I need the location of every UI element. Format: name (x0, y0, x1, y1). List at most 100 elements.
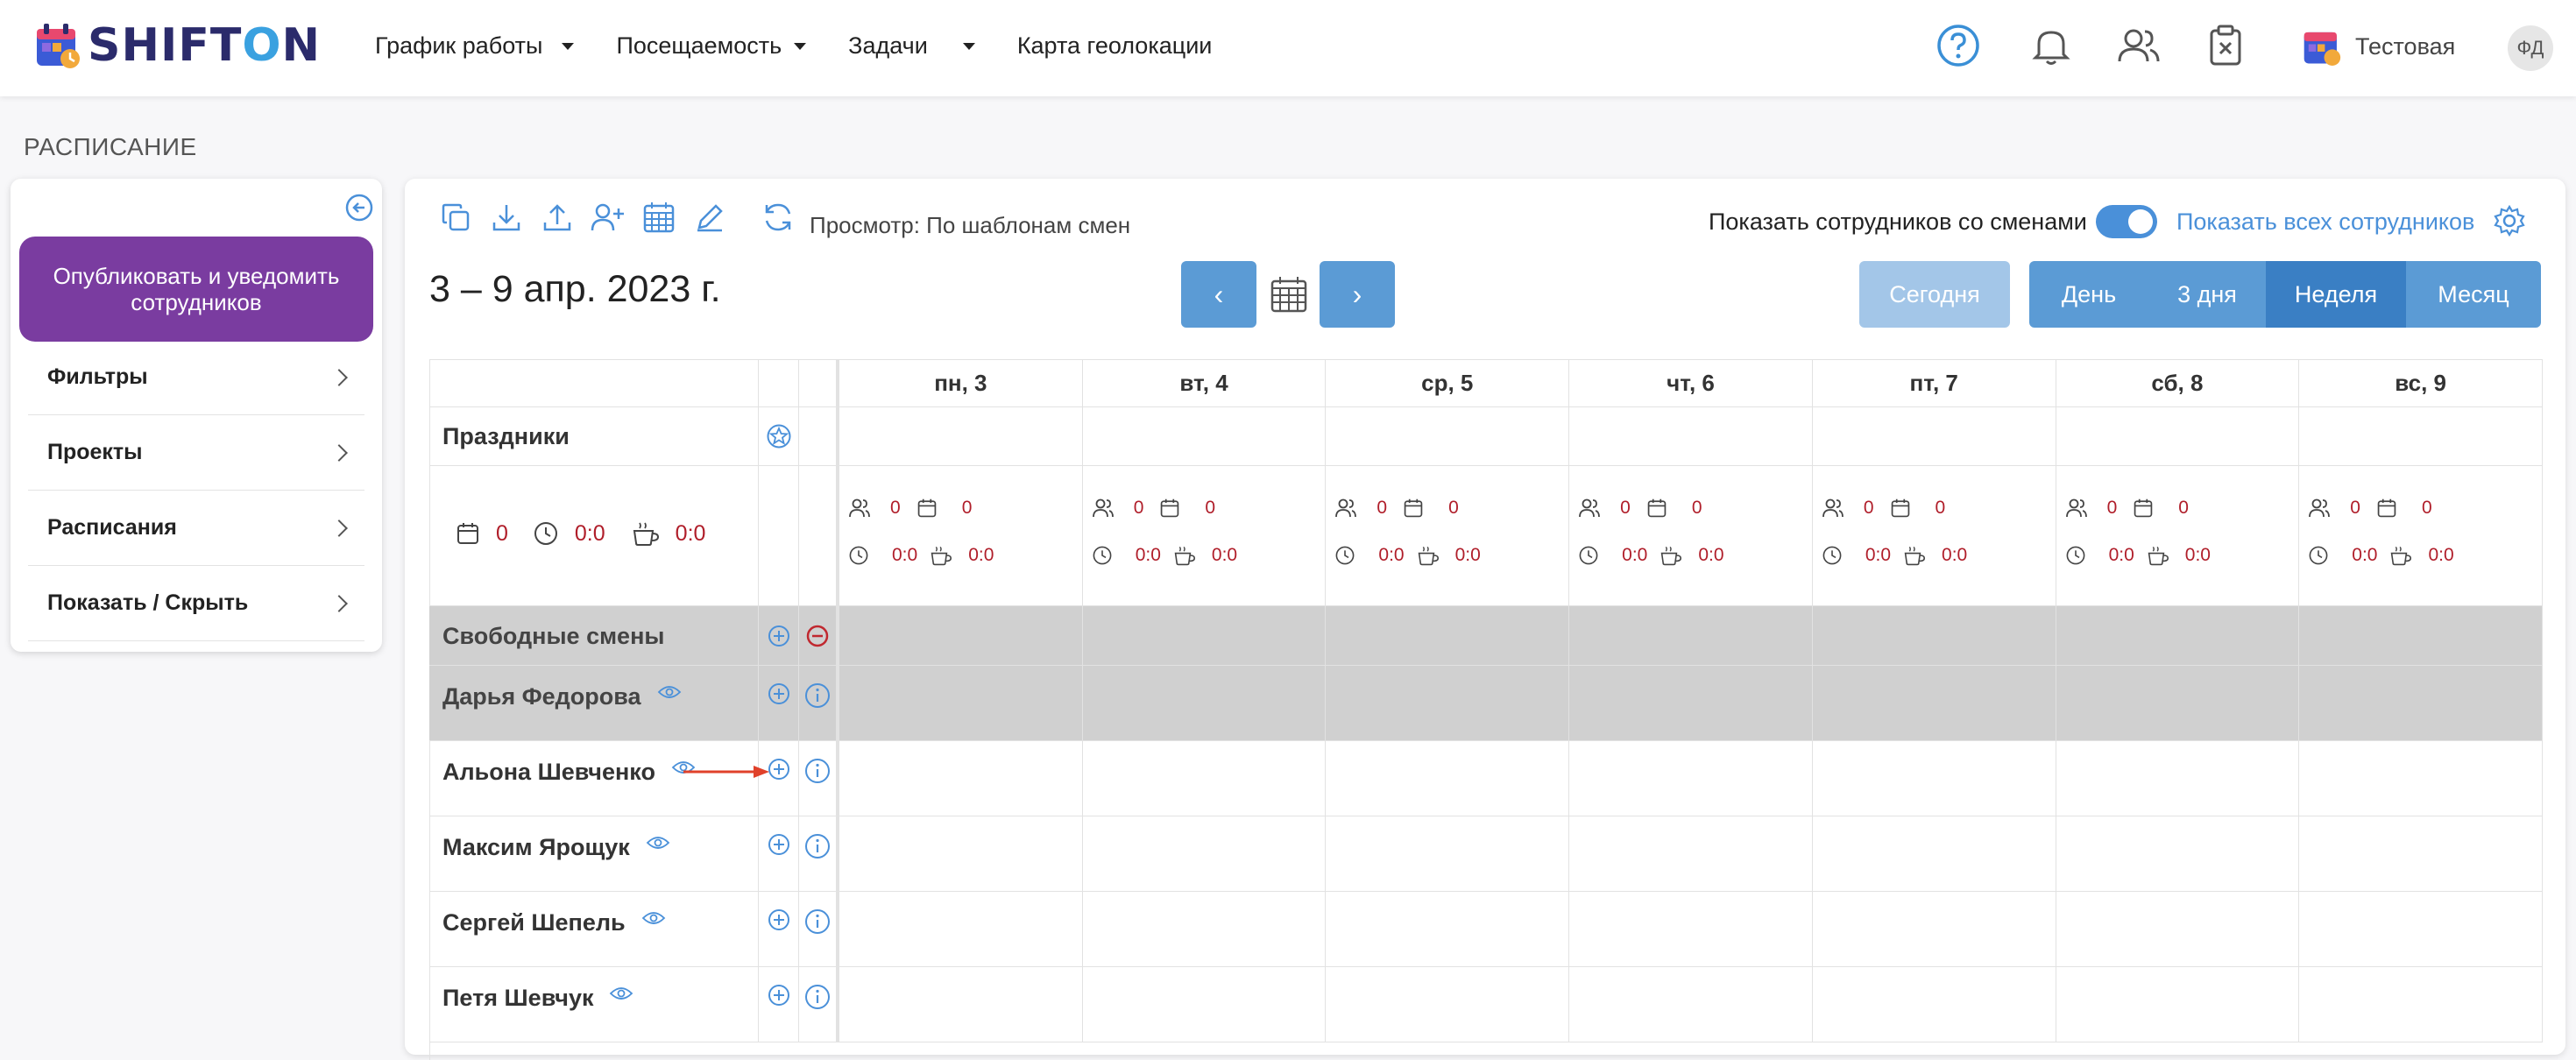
shift-day-cell[interactable] (2056, 816, 2300, 892)
range-week-button[interactable]: Неделя (2266, 261, 2406, 328)
shift-day-cell[interactable] (1569, 967, 1813, 1042)
collapse-sidebar-button[interactable] (331, 187, 387, 228)
shift-day-cell[interactable] (1569, 666, 1813, 741)
holiday-day-cell[interactable] (1326, 407, 1570, 466)
shift-day-cell[interactable] (1082, 666, 1327, 741)
shift-day-cell[interactable] (1812, 892, 2056, 967)
employee-info-button[interactable] (799, 816, 839, 892)
shift-day-cell[interactable] (1569, 892, 1813, 967)
hide-free-shifts-button[interactable] (799, 606, 839, 666)
shift-day-cell[interactable] (839, 892, 1083, 967)
employee-info-button[interactable] (799, 967, 839, 1042)
holiday-day-cell[interactable] (1082, 407, 1327, 466)
shift-day-cell[interactable] (1082, 967, 1327, 1042)
free-shift-day-cell[interactable] (1569, 606, 1813, 666)
shift-day-cell[interactable] (2056, 741, 2300, 816)
holiday-day-cell[interactable] (2299, 407, 2543, 466)
view-mode-label[interactable]: Просмотр: По шаблонам смен (810, 212, 1130, 239)
calendar-grid-icon[interactable] (640, 198, 678, 237)
shift-day-cell[interactable] (2299, 892, 2543, 967)
shift-day-cell[interactable] (2056, 967, 2300, 1042)
shift-day-cell[interactable] (1326, 967, 1570, 1042)
free-shift-day-cell[interactable] (839, 606, 1083, 666)
holiday-day-cell[interactable] (839, 407, 1083, 466)
shift-day-cell[interactable] (1326, 666, 1570, 741)
shift-day-cell[interactable] (2299, 741, 2543, 816)
sidebar-item-schedules[interactable]: Расписания (28, 491, 364, 566)
shift-day-cell[interactable] (2056, 666, 2300, 741)
add-user-icon[interactable] (589, 198, 627, 237)
show-with-shifts-toggle[interactable] (2096, 205, 2157, 238)
eye-icon[interactable] (641, 909, 666, 927)
refresh-icon[interactable] (759, 198, 797, 237)
free-shift-day-cell[interactable] (2056, 606, 2300, 666)
add-shift-button[interactable] (759, 666, 799, 741)
range-3days-button[interactable]: 3 дня (2148, 261, 2266, 328)
employee-info-button[interactable] (799, 741, 839, 816)
shift-day-cell[interactable] (2299, 666, 2543, 741)
holiday-star-cell[interactable] (759, 407, 799, 466)
free-shift-day-cell[interactable] (1326, 606, 1570, 666)
calendar-picker-icon[interactable] (1258, 261, 1320, 328)
employee-name[interactable]: Петя Шевчук (442, 985, 593, 1012)
nav-geolocation-map[interactable]: Карта геолокации (1017, 32, 1213, 60)
shift-day-cell[interactable] (2299, 967, 2543, 1042)
employee-name[interactable]: Сергей Шепель (442, 909, 626, 936)
bell-icon[interactable] (2027, 21, 2076, 70)
shift-day-cell[interactable] (2056, 892, 2300, 967)
employee-info-button[interactable] (799, 892, 839, 967)
sidebar-item-filters[interactable]: Фильтры (28, 340, 364, 415)
help-icon[interactable] (1934, 21, 1983, 70)
free-shift-day-cell[interactable] (1812, 606, 2056, 666)
next-week-button[interactable]: › (1320, 261, 1395, 328)
employee-info-button[interactable] (799, 666, 839, 741)
add-shift-button[interactable] (759, 892, 799, 967)
copy-icon[interactable] (436, 198, 475, 237)
upload-icon[interactable] (538, 198, 577, 237)
shift-day-cell[interactable] (1082, 816, 1327, 892)
shift-day-cell[interactable] (1812, 741, 2056, 816)
shift-day-cell[interactable] (839, 741, 1083, 816)
shift-day-cell[interactable] (839, 967, 1083, 1042)
shift-day-cell[interactable] (1326, 741, 1570, 816)
eye-icon[interactable] (646, 834, 670, 852)
shift-day-cell[interactable] (1569, 741, 1813, 816)
free-shift-day-cell[interactable] (1082, 606, 1327, 666)
shift-day-cell[interactable] (839, 816, 1083, 892)
shift-day-cell[interactable] (1812, 666, 2056, 741)
range-month-button[interactable]: Месяц (2406, 261, 2541, 328)
shift-day-cell[interactable] (1326, 816, 1570, 892)
nav-tasks[interactable]: Задачи (848, 32, 975, 60)
eye-icon[interactable] (609, 985, 633, 1002)
today-button[interactable]: Сегодня (1859, 261, 2010, 328)
download-icon[interactable] (487, 198, 526, 237)
holiday-day-cell[interactable] (2056, 407, 2300, 466)
shift-day-cell[interactable] (1812, 816, 2056, 892)
sidebar-item-show-hide[interactable]: Показать / Скрыть (28, 566, 364, 641)
company-switcher[interactable]: Тестовая (2303, 26, 2455, 67)
shift-day-cell[interactable] (1082, 892, 1327, 967)
gear-icon[interactable] (2490, 201, 2529, 240)
shift-day-cell[interactable] (1082, 741, 1327, 816)
range-day-button[interactable]: День (2029, 261, 2148, 328)
avatar[interactable]: ФД (2508, 25, 2553, 71)
shift-day-cell[interactable] (1812, 967, 2056, 1042)
publish-notify-button[interactable]: Опубликовать и уведомить сотрудников (19, 237, 373, 342)
shift-day-cell[interactable] (1569, 816, 1813, 892)
free-shift-day-cell[interactable] (2299, 606, 2543, 666)
clipboard-check-icon[interactable] (2201, 21, 2250, 70)
sidebar-item-projects[interactable]: Проекты (28, 415, 364, 491)
edit-pencil-icon[interactable] (690, 198, 729, 237)
add-shift-button[interactable] (759, 816, 799, 892)
employee-name[interactable]: Максим Ярощук (442, 834, 630, 861)
show-all-employees-link[interactable]: Показать всех сотрудников (2176, 208, 2474, 236)
add-shift-button[interactable] (759, 967, 799, 1042)
employee-name[interactable]: Альона Шевченко (442, 759, 655, 786)
prev-week-button[interactable]: ‹ (1181, 261, 1256, 328)
users-icon[interactable] (2114, 21, 2163, 70)
logo[interactable]: SHIFTON (35, 19, 321, 72)
shift-day-cell[interactable] (2299, 816, 2543, 892)
holiday-day-cell[interactable] (1569, 407, 1813, 466)
nav-attendance[interactable]: Посещаемость (616, 32, 807, 60)
nav-schedule[interactable]: График работы (375, 32, 575, 60)
